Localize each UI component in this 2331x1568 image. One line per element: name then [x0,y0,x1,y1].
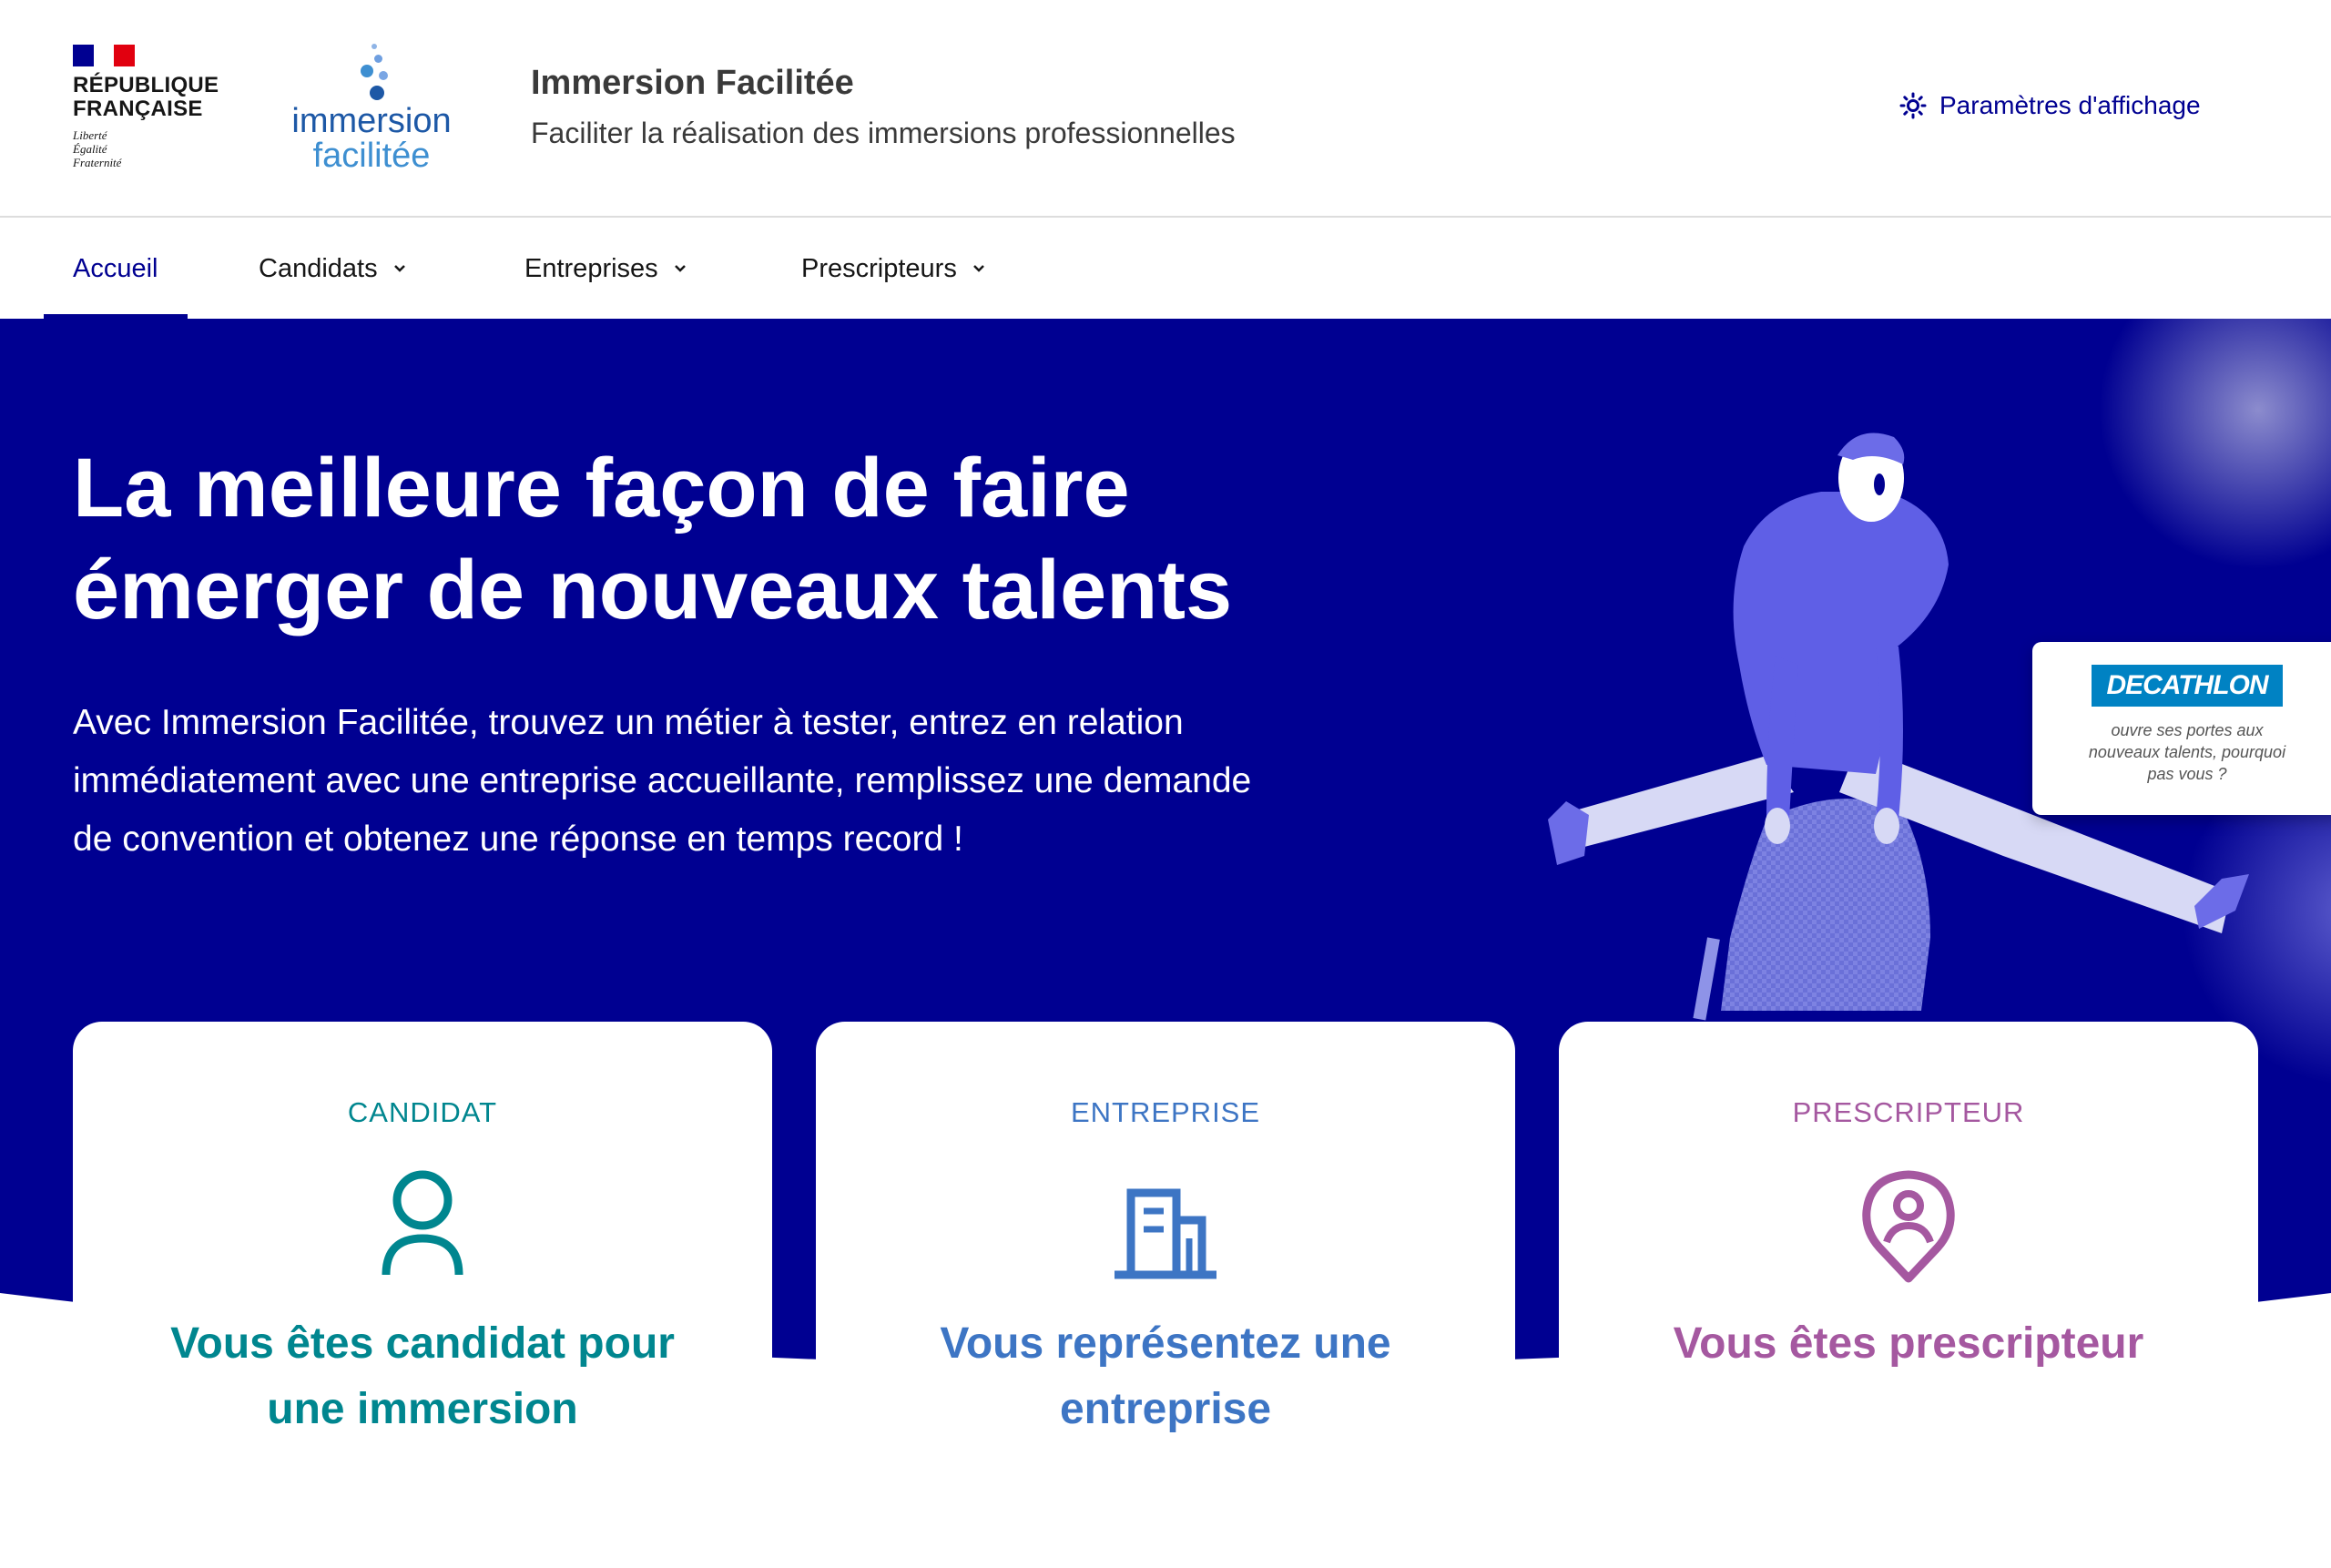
nav-item-label: Accueil [73,253,158,283]
map-pin-user-icon [1862,1170,1955,1283]
card-title: Vous êtes prescripteur [1673,1319,2144,1368]
nav-item-label: Prescripteurs [801,253,957,283]
hero-description: Avec Immersion Facilitée, trouvez un mét… [73,703,1252,859]
nav-item-entreprises[interactable]: Entreprises [524,219,689,319]
logo-word-immersion: immersion [291,102,452,140]
card-prescripteur[interactable]: PRESCRIPTEUR Vous êtes prescripteur [1559,1022,2258,1568]
french-flag-icon [73,45,136,66]
card-kind-label: ENTREPRISE [1070,1096,1261,1128]
card-candidat[interactable]: CANDIDAT Vous êtes candidat pour une imm… [73,1022,772,1568]
nav-item-accueil[interactable]: Accueil [44,219,187,319]
decathlon-promo-text: ouvre ses portes aux nouveaux talents, p… [2088,721,2286,783]
sun-icon [1899,92,1927,119]
nav-item-candidats[interactable]: Candidats [259,219,409,319]
nav-item-label: Entreprises [524,253,658,283]
card-kind-label: PRESCRIPTEUR [1792,1096,2025,1128]
site-header: RÉPUBLIQUE FRANÇAISE Liberté Égalité Fra… [0,0,2331,218]
building-icon [1115,1188,1216,1279]
republique-francaise-logo[interactable]: RÉPUBLIQUE FRANÇAISE Liberté Égalité Fra… [73,45,219,169]
site-title[interactable]: Immersion Facilitée [531,64,854,103]
card-title: Vous représentez une entreprise [940,1319,1391,1433]
user-icon [382,1170,463,1276]
site-tagline: Faciliter la réalisation des immersions … [531,117,1236,149]
display-settings-label: Paramètres d'affichage [1939,91,2201,119]
display-settings-button[interactable]: Paramètres d'affichage [1899,91,2201,120]
republique-francaise-name: RÉPUBLIQUE FRANÇAISE [73,73,219,121]
card-entreprise[interactable]: ENTREPRISE Vous représentez une entrepri… [816,1022,1515,1568]
card-title: Vous êtes candidat pour une immersion [170,1319,675,1433]
hero-title: La meilleure façon de faire émerger de n… [73,442,1233,636]
decathlon-logo: DECATHLON [2092,665,2283,707]
nav-item-label: Candidats [259,253,378,283]
main-navigation: Accueil Candidats Entreprises Prescripte… [0,219,2331,319]
logo-dots-icon [351,40,397,104]
logo-word-facilitee: facilitée [312,137,431,175]
republique-motto: Liberté Égalité Fraternité [73,128,122,169]
card-kind-label: CANDIDAT [347,1096,498,1128]
chevron-down-icon [972,265,984,272]
nav-item-prescripteurs[interactable]: Prescripteurs [801,219,988,319]
immersion-facilitee-logo[interactable]: immersion facilitée [280,40,463,177]
decathlon-promo-card[interactable]: DECATHLON ouvre ses portes aux nouveaux … [2032,642,2331,815]
chevron-down-icon [674,265,686,272]
chevron-down-icon [393,265,405,272]
